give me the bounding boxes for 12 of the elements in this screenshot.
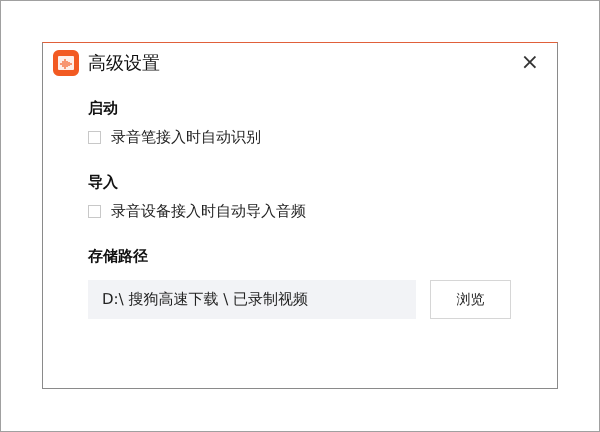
window-title: 高级设置 bbox=[88, 52, 161, 75]
logo-icon bbox=[53, 50, 79, 76]
path-field[interactable]: D:\ 搜狗高速下载 \ 已录制视频 bbox=[88, 280, 416, 319]
browse-button[interactable]: 浏览 bbox=[430, 280, 511, 319]
checkbox-label: 录音笔接入时自动识别 bbox=[111, 128, 261, 147]
section-heading: 存储路径 bbox=[88, 247, 149, 266]
checkbox-label: 录音设备接入时自动导入音频 bbox=[111, 202, 306, 221]
section-heading: 启动 bbox=[88, 99, 119, 118]
close-button[interactable]: × bbox=[516, 52, 543, 74]
section-heading: 导入 bbox=[88, 173, 119, 192]
checkbox[interactable] bbox=[88, 205, 101, 218]
checkbox[interactable] bbox=[88, 131, 101, 144]
